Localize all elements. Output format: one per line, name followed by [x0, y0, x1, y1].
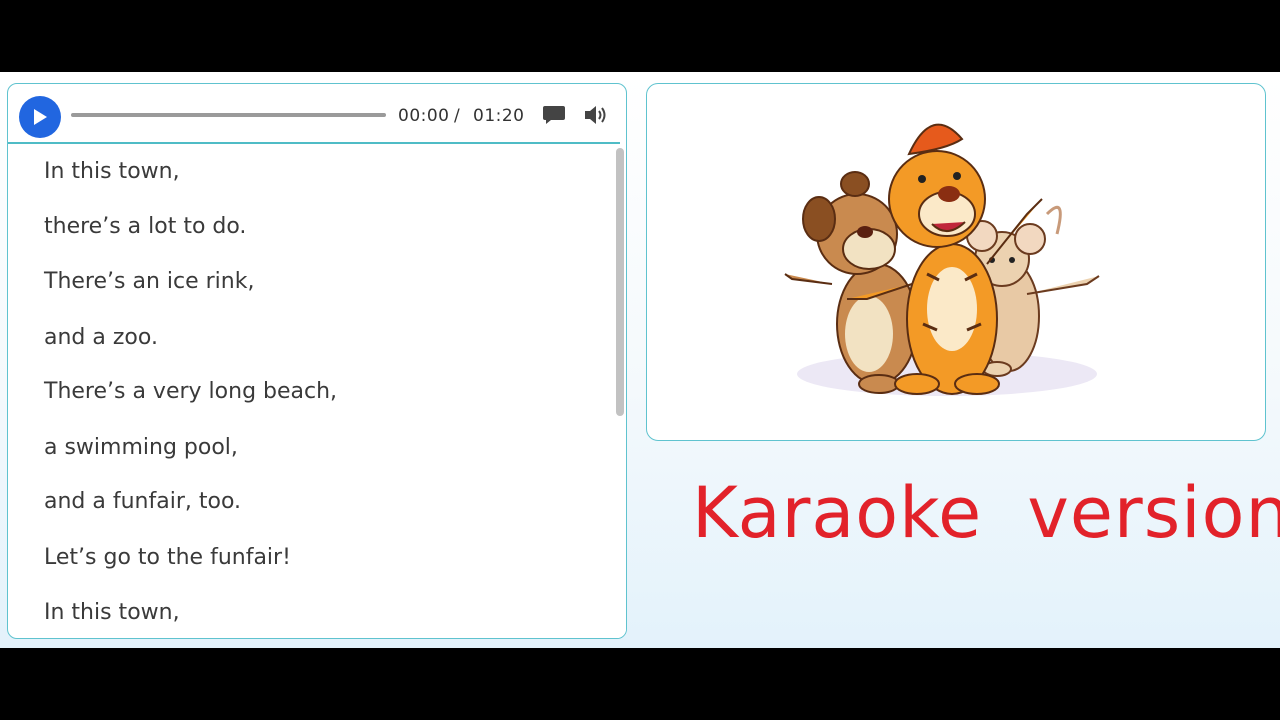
karaoke-title: Karaoke version	[692, 472, 1280, 554]
lyric-line: Let’s go to the funfair!	[44, 545, 291, 570]
lyric-line: and a funfair, too.	[44, 489, 242, 514]
speaker-volume-icon[interactable]	[583, 103, 609, 127]
illustration-panel	[646, 83, 1266, 441]
play-button[interactable]	[19, 96, 61, 138]
scroll-thumb[interactable]	[616, 148, 624, 416]
lyric-line: a swimming pool,	[44, 435, 238, 460]
current-time: 00:00	[398, 106, 450, 126]
lyric-line: There’s an ice rink,	[44, 269, 255, 294]
audio-player: 00:00 / 01:20	[8, 84, 620, 144]
video-stage: 00:00 / 01:20 In this town, there’s a lo…	[0, 72, 1280, 648]
lyric-line: In this town,	[44, 159, 180, 184]
lyrics-scrollbar[interactable]	[612, 144, 626, 638]
lyrics-panel: 00:00 / 01:20 In this town, there’s a lo…	[7, 83, 627, 639]
play-icon	[34, 109, 47, 125]
lyric-line: there’s a lot to do.	[44, 214, 247, 239]
total-time: 01:20	[473, 106, 525, 126]
lyric-line: In this town,	[44, 600, 180, 625]
lyrics-list: In this town, there’s a lot to do. There…	[8, 144, 612, 638]
lyric-line: There’s a very long beach,	[44, 379, 338, 404]
speech-bubble-icon[interactable]	[542, 103, 566, 127]
progress-bar[interactable]	[71, 113, 386, 117]
time-separator: /	[454, 106, 461, 126]
lyric-line: and a zoo.	[44, 325, 158, 350]
cartoon-animals-illustration	[784, 123, 1100, 396]
